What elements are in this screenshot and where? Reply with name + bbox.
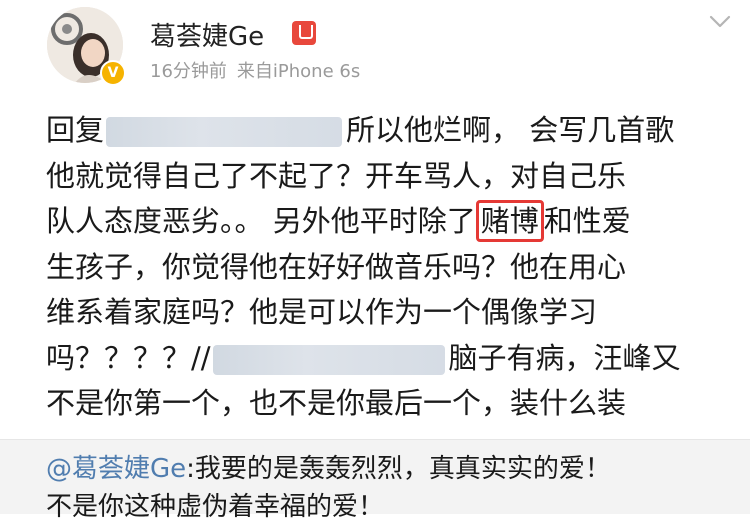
body-line: 生孩子，你觉得他在好好做音乐吗？他在用心 [46, 249, 627, 284]
redacted-block [106, 117, 343, 147]
repost-line: 不是你这种虚伪着幸福的爱！ [46, 492, 385, 522]
body-text-segment: 所以他烂啊， 会写几首歌 [346, 113, 675, 147]
body-text-segment: 队人态度恶劣。。 另外他平时除了 [46, 204, 476, 238]
quoted-repost[interactable]: @葛荟婕Ge:我要的是轰轰烈烈，真真实实的爱！ 不是你这种虚伪着幸福的爱！ [0, 439, 750, 522]
body-line: 他就觉得自己了不起了？开车骂人，对自己乐 [46, 158, 627, 193]
repost-line: :我要的是轰轰烈烈，真真实实的爱！ [186, 454, 611, 484]
member-badge-icon[interactable] [292, 21, 316, 45]
redacted-block [212, 344, 445, 375]
author-name[interactable]: 葛荟婕Ge [150, 16, 264, 53]
body-line: 吗？？？？// 脑子有病，汪峰又 [46, 336, 736, 382]
body-line: 维系着家庭吗？他是可以作为一个偶像学习 [46, 295, 598, 329]
chevron-down-icon[interactable] [708, 12, 732, 32]
verified-badge-icon: V [100, 60, 126, 86]
repost-text: @葛荟婕Ge:我要的是轰轰烈烈，真真实实的爱！ 不是你这种虚伪着幸福的爱！ [46, 450, 746, 526]
body-line: 不是你第一个，也不是你最后一个，装什么装 [46, 386, 627, 420]
weibo-post: V 葛荟婕Ge 16分钟前 来自iPhone 6s 回复 所以他烂啊， 会写几首歌 … [0, 0, 750, 522]
post-meta: 16分钟前 来自iPhone 6s [150, 57, 360, 83]
body-line: 回复 所以他烂啊， 会写几首歌 [46, 108, 736, 154]
repost-mention-link[interactable]: @葛荟婕Ge [46, 454, 186, 484]
post-time: 16分钟前 [150, 61, 227, 82]
post-body: 回复 所以他烂啊， 会写几首歌 他就觉得自己了不起了？开车骂人，对自己乐 队人态度… [46, 108, 736, 427]
post-source: 来自iPhone 6s [236, 61, 361, 82]
body-line: 队人态度恶劣。。 另外他平时除了 赌博 和性爱 [46, 199, 736, 245]
reply-prefix: 回复 [46, 113, 105, 147]
body-text-segment: 脑子有病，汪峰又 [448, 340, 681, 375]
body-text-segment: 吗？？？？// [46, 340, 211, 375]
highlighted-word: 赌博 [475, 200, 544, 242]
body-text-segment: 和性爱 [543, 204, 631, 238]
